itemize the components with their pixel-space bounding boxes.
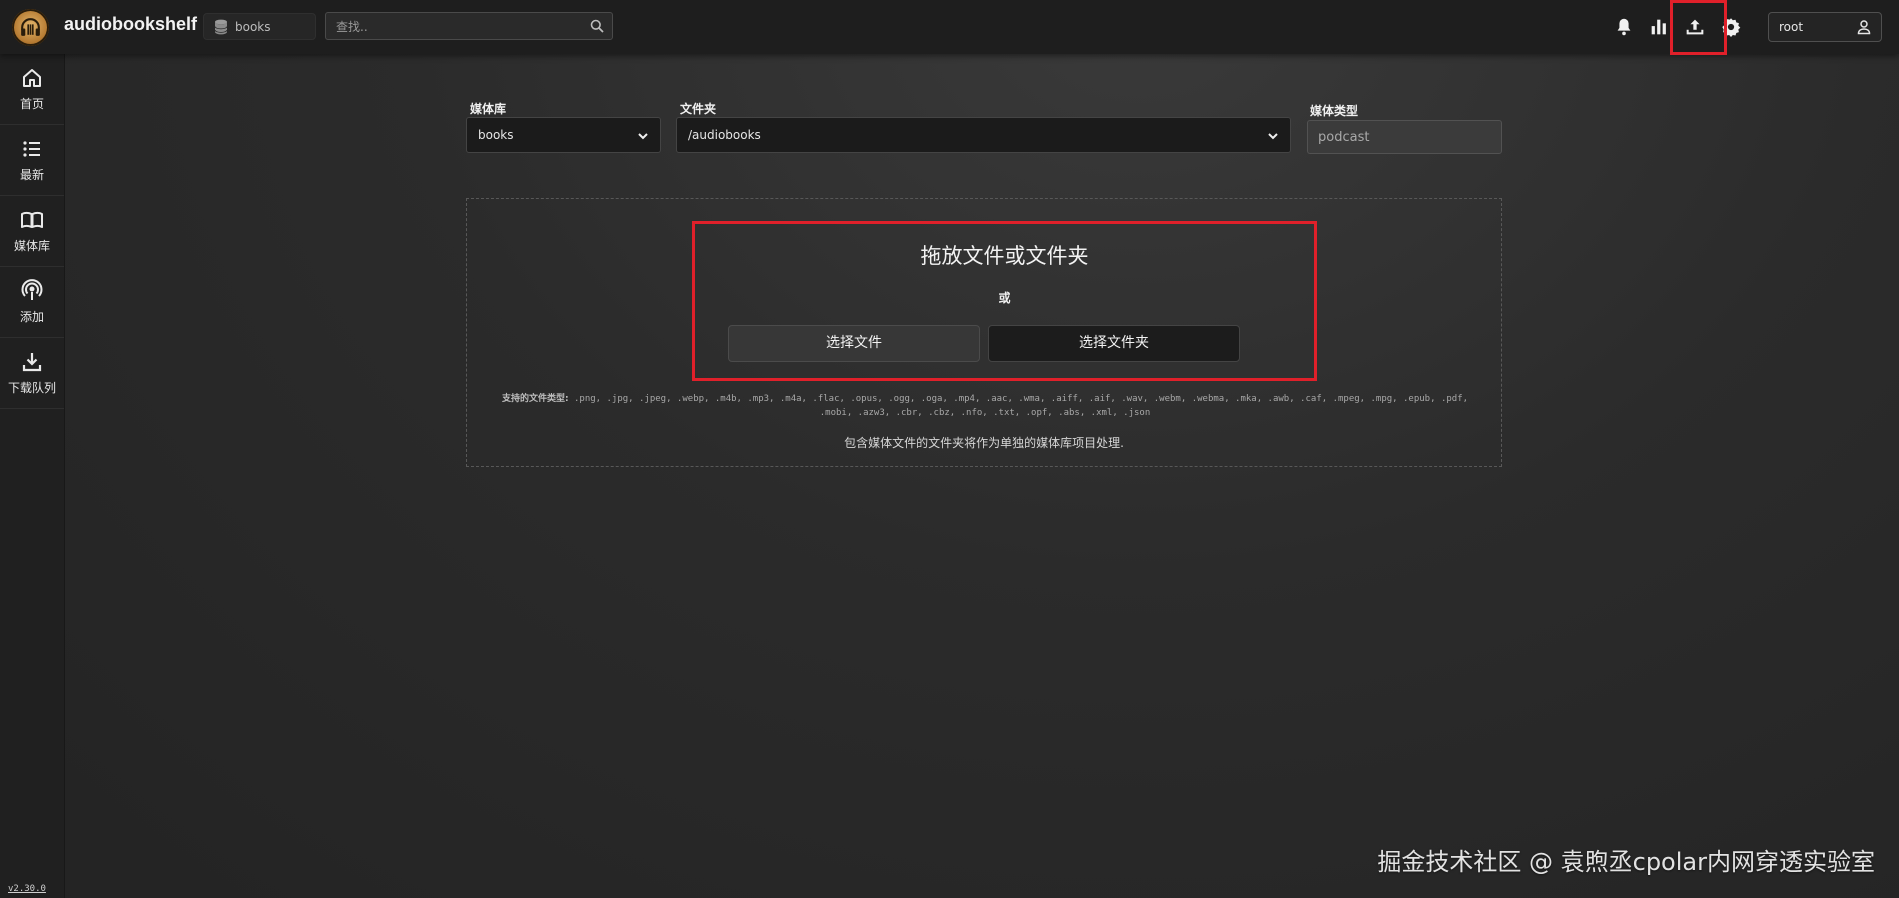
- supported-types-list: .png, .jpg, .jpeg, .webp, .m4b, .mp3, .m…: [573, 394, 1469, 418]
- select-folder-button[interactable]: 选择文件夹: [988, 325, 1240, 362]
- sidebar-item-label: 首页: [19, 97, 44, 111]
- sidebar: 首页 最新 媒体库 添加 下载队列 v2.30.0: [0, 54, 65, 898]
- upload-highlight-box: [1670, 0, 1727, 55]
- or-divider: 或: [998, 291, 1011, 305]
- user-name: root: [1779, 20, 1804, 34]
- folder-dropdown[interactable]: /audiobooks: [676, 117, 1291, 153]
- media-type-label: 媒体类型: [1310, 104, 1359, 118]
- folder-note: 包含媒体文件的文件夹将作为单独的媒体库项目处理.: [844, 436, 1124, 450]
- library-dropdown[interactable]: books: [466, 117, 661, 153]
- folder-dropdown-value: /audiobooks: [688, 128, 761, 142]
- sidebar-item-latest[interactable]: 最新: [0, 125, 64, 196]
- folder-label: 文件夹: [680, 102, 717, 116]
- sidebar-item-library[interactable]: 媒体库: [0, 196, 64, 267]
- search-box[interactable]: [325, 12, 613, 40]
- sidebar-item-download-queue[interactable]: 下载队列: [0, 338, 64, 409]
- top-bar: audiobookshelf books root: [0, 0, 1899, 55]
- headphones-icon: [21, 18, 40, 36]
- supported-types-label: 支持的文件类型:: [501, 394, 569, 404]
- search-input[interactable]: [334, 17, 578, 37]
- bell-icon[interactable]: [1613, 16, 1635, 38]
- sidebar-item-label: 媒体库: [13, 239, 50, 253]
- database-icon: [214, 19, 228, 35]
- app-title[interactable]: audiobookshelf: [64, 14, 197, 35]
- chevron-down-icon: [1268, 133, 1278, 140]
- watermark: 掘金技术社区 @ 袁煦丞cpolar内网穿透实验室: [1377, 848, 1875, 876]
- library-label: 媒体库: [470, 102, 507, 116]
- version-link[interactable]: v2.30.0: [8, 884, 46, 894]
- home-icon: [23, 69, 41, 87]
- list-icon: [23, 141, 40, 157]
- podcast-icon: [21, 279, 43, 300]
- library-dropdown-value: books: [478, 128, 514, 142]
- chevron-down-icon: [638, 133, 648, 140]
- media-type-field: podcast: [1307, 120, 1502, 154]
- user-menu[interactable]: root: [1768, 12, 1882, 42]
- drop-zone-title: 拖放文件或文件夹: [920, 244, 1089, 268]
- stats-icon[interactable]: [1648, 16, 1670, 38]
- sidebar-item-label: 下载队列: [7, 381, 56, 395]
- sidebar-item-add[interactable]: 添加: [0, 267, 64, 338]
- sidebar-item-label: 添加: [19, 310, 44, 324]
- download-icon: [22, 353, 42, 372]
- library-selector-label: books: [235, 20, 271, 34]
- library-selector[interactable]: books: [203, 13, 316, 40]
- media-type-value: podcast: [1318, 130, 1370, 145]
- app-logo[interactable]: [12, 9, 49, 46]
- select-files-button[interactable]: 选择文件: [728, 325, 980, 362]
- sidebar-item-label: 最新: [19, 168, 44, 182]
- book-icon: [21, 211, 43, 228]
- search-icon[interactable]: [590, 19, 604, 33]
- supported-file-types: 支持的文件类型: .png, .jpg, .jpeg, .webp, .m4b,…: [500, 392, 1470, 420]
- sidebar-item-home[interactable]: 首页: [0, 54, 64, 125]
- user-icon: [1857, 20, 1871, 35]
